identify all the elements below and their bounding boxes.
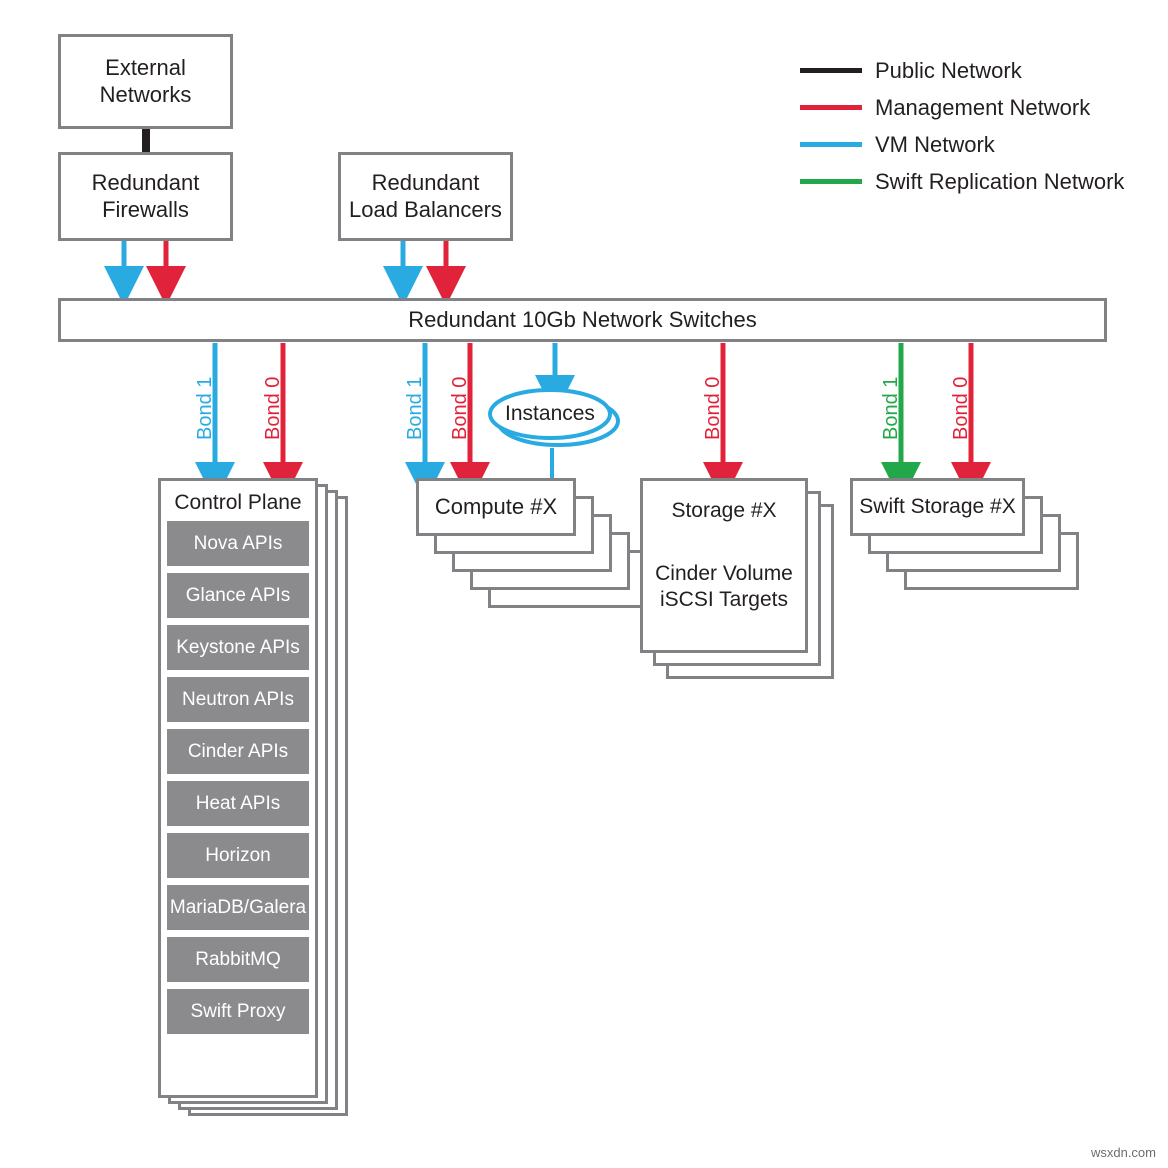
bond-label-control-plane-bond0: Bond 0 xyxy=(262,376,284,440)
control-plane-service-heat: Heat APIs xyxy=(167,781,309,826)
legend-item-swift-replication-network: Swift Replication Network xyxy=(800,163,1124,200)
legend: Public Network Management Network VM Net… xyxy=(800,52,1124,200)
legend-swatch-swift-replication-network xyxy=(800,179,862,184)
node-redundant-load-balancers: Redundant Load Balancers xyxy=(338,152,513,241)
legend-item-vm-network: VM Network xyxy=(800,126,1120,163)
link-firewalls-to-switch xyxy=(104,241,186,306)
bond-label-swift-storage-bond1: Bond 1 xyxy=(880,376,902,440)
bond-label-storage-bond0: Bond 0 xyxy=(702,376,724,440)
swift-storage-card: Swift Storage #X xyxy=(850,478,1025,536)
instances-label: Instances xyxy=(505,402,595,425)
link-loadbalancers-to-switch xyxy=(383,241,466,306)
redundant-firewalls-line-2: Firewalls xyxy=(102,196,189,222)
legend-swatch-management-network xyxy=(800,105,862,110)
redundant-firewalls-line-1: Redundant xyxy=(91,169,200,195)
compute-title: Compute #X xyxy=(434,494,558,519)
watermark: wsxdn.com xyxy=(1090,1145,1156,1160)
node-redundant-network-switches: Redundant 10Gb Network Switches xyxy=(58,298,1107,342)
node-external-networks: External Networks xyxy=(58,34,233,129)
bond-label-swift-storage-bond0: Bond 0 xyxy=(950,376,972,440)
node-redundant-firewalls: Redundant Firewalls xyxy=(58,152,233,241)
bond-label-control-plane-bond1: Bond 1 xyxy=(194,376,216,440)
compute-card: Compute #X xyxy=(416,478,576,536)
control-plane-card: Control Plane Nova APIs Glance APIs Keys… xyxy=(158,478,318,1098)
legend-label-swift-replication-network: Swift Replication Network xyxy=(875,168,1125,194)
redundant-load-balancers-line-1: Redundant xyxy=(371,169,480,195)
node-storage-stack: Storage #X Cinder Volume iSCSI Targets xyxy=(640,478,835,683)
node-swift-storage-stack: Swift Storage #X xyxy=(850,478,1080,613)
control-plane-service-swift-proxy: Swift Proxy xyxy=(167,989,309,1034)
swift-storage-title: Swift Storage #X xyxy=(859,495,1016,518)
bond-label-compute-bond1: Bond 1 xyxy=(404,376,426,440)
control-plane-service-rabbitmq: RabbitMQ xyxy=(167,937,309,982)
control-plane-service-keystone: Keystone APIs xyxy=(167,625,309,670)
node-compute-stack: Compute #X xyxy=(416,478,648,613)
control-plane-service-neutron: Neutron APIs xyxy=(167,677,309,722)
legend-item-management-network: Management Network xyxy=(800,89,1120,126)
storage-card: Storage #X Cinder Volume iSCSI Targets xyxy=(640,478,808,653)
control-plane-service-mariadb-galera: MariaDB/Galera xyxy=(167,885,309,930)
control-plane-service-glance: Glance APIs xyxy=(167,573,309,618)
control-plane-service-nova: Nova APIs xyxy=(167,521,309,566)
diagram-canvas: External Networks Redundant Firewalls Re… xyxy=(0,0,1168,1168)
switch-bar-label: Redundant 10Gb Network Switches xyxy=(408,306,757,332)
external-networks-line-1: External xyxy=(105,54,186,80)
legend-label-vm-network: VM Network xyxy=(875,131,995,157)
control-plane-service-cinder: Cinder APIs xyxy=(167,729,309,774)
storage-subtitle: Cinder Volume iSCSI Targets xyxy=(643,561,805,614)
legend-swatch-vm-network xyxy=(800,142,862,147)
control-plane-service-horizon: Horizon xyxy=(167,833,309,878)
storage-title: Storage #X xyxy=(671,499,777,522)
legend-label-public-network: Public Network xyxy=(875,57,1022,83)
bond-label-compute-bond0: Bond 0 xyxy=(449,376,471,440)
node-control-plane-stack: Control Plane Nova APIs Glance APIs Keys… xyxy=(158,478,348,1118)
legend-swatch-public-network xyxy=(800,68,862,73)
control-plane-title: Control Plane xyxy=(174,491,302,514)
storage-subtitle-line-1: Cinder Volume xyxy=(655,562,793,585)
legend-item-public-network: Public Network xyxy=(800,52,1120,89)
storage-subtitle-line-2: iSCSI Targets xyxy=(660,588,788,612)
legend-label-management-network: Management Network xyxy=(875,94,1091,120)
external-networks-line-2: Networks xyxy=(99,81,192,107)
redundant-load-balancers-line-2: Load Balancers xyxy=(349,196,502,222)
